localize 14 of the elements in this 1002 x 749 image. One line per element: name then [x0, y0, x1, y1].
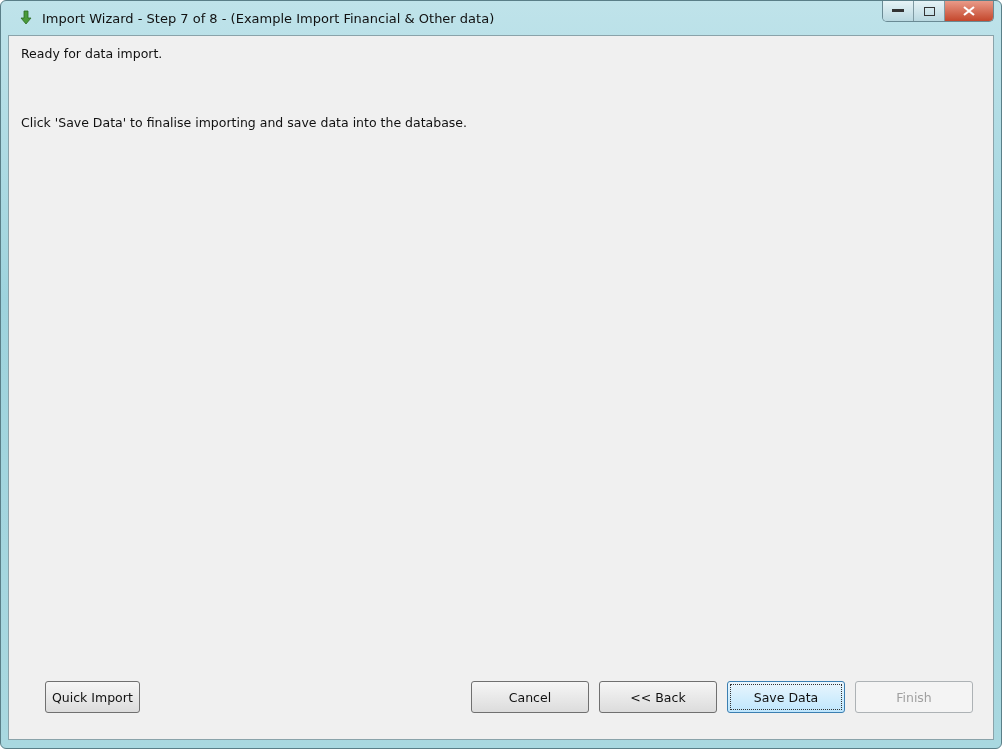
close-button[interactable] [945, 1, 993, 21]
window-title: Import Wizard - Step 7 of 8 - (Example Import Financial & Other data) [42, 10, 495, 26]
instruction-text: Click 'Save Data' to finalise importing and save data into the database. [21, 115, 468, 130]
wizard-button[interactable]: << Back [599, 681, 717, 713]
maximize-button[interactable] [914, 1, 945, 21]
maximize-icon [923, 6, 935, 16]
wizard-button[interactable]: Save Data [727, 681, 845, 713]
download-arrow-icon [18, 10, 34, 26]
minimize-icon [892, 9, 904, 13]
wizard-button[interactable]: Cancel [471, 681, 589, 713]
close-icon [963, 6, 975, 16]
wizard-button[interactable]: Quick Import [45, 681, 140, 713]
instruction-text: Ready for data import. [21, 46, 164, 61]
minimize-button[interactable] [883, 1, 914, 21]
